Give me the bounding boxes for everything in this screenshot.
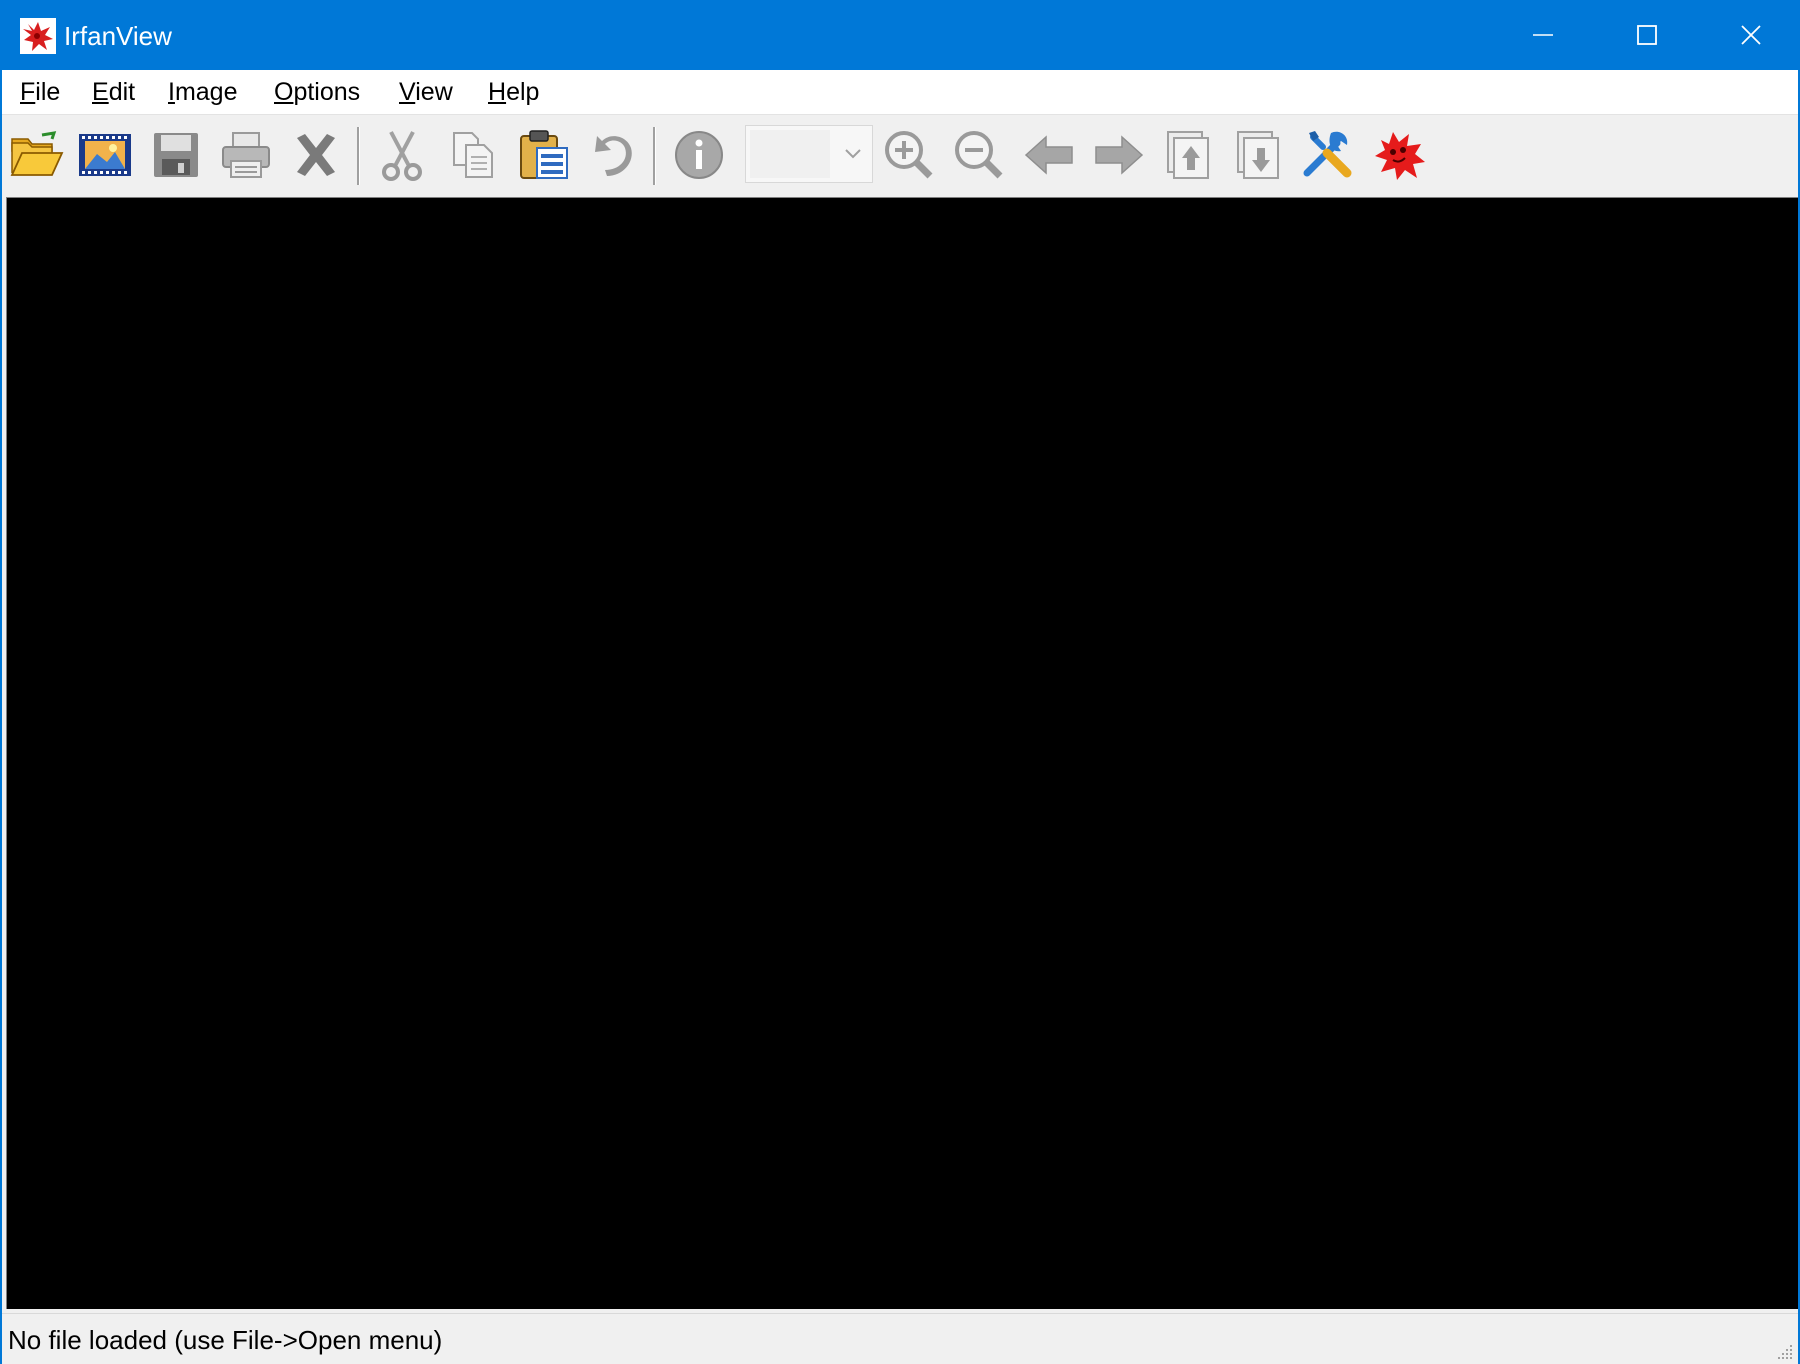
- zoom-out-icon: [955, 131, 1003, 179]
- image-canvas[interactable]: [6, 197, 1798, 1309]
- menu-edit-label: dit: [108, 78, 136, 106]
- menu-help-label: elp: [506, 78, 540, 106]
- menu-file-mnemonic: F: [20, 78, 36, 106]
- menu-edit[interactable]: Edit: [90, 70, 137, 114]
- copy-button[interactable]: [443, 125, 503, 185]
- zoom-out-button[interactable]: [949, 125, 1009, 185]
- undo-button[interactable]: [584, 125, 644, 185]
- slideshow-button[interactable]: [75, 125, 135, 185]
- info-button[interactable]: [669, 125, 729, 185]
- clipboard-paste-icon: [520, 130, 568, 179]
- last-file-button[interactable]: [1229, 125, 1289, 185]
- info-circle-icon: [675, 131, 723, 179]
- filmstrip-icon: [79, 134, 131, 176]
- status-text: No file loaded (use File->Open menu): [8, 1325, 443, 1355]
- maximize-icon: [1637, 25, 1657, 45]
- delete-button[interactable]: [286, 125, 346, 185]
- paste-button[interactable]: [514, 125, 574, 185]
- irfanview-window: IrfanView File Edit Image Options View H…: [0, 0, 1800, 1364]
- minimize-icon: [1533, 34, 1553, 36]
- menu-edit-mnemonic: E: [92, 78, 109, 106]
- menu-options[interactable]: Options: [272, 70, 362, 114]
- minimize-button[interactable]: [1491, 0, 1595, 70]
- zoom-combo[interactable]: [745, 125, 873, 183]
- chevron-down-icon: [845, 149, 861, 159]
- menu-file[interactable]: File: [18, 70, 62, 114]
- zoom-value: [750, 130, 830, 178]
- irfanview-logo-icon: [20, 18, 56, 54]
- tools-icon: [1303, 131, 1352, 178]
- menu-options-mnemonic: O: [274, 78, 294, 106]
- zoom-in-icon: [885, 131, 933, 179]
- copy-icon: [453, 132, 493, 178]
- toolbar-separator: [357, 127, 360, 185]
- menu-file-label: ile: [35, 78, 61, 106]
- first-file-button[interactable]: [1159, 125, 1219, 185]
- arrow-right-icon: [1095, 135, 1144, 175]
- about-button[interactable]: [1369, 125, 1429, 185]
- menu-help-mnemonic: H: [488, 78, 507, 106]
- undo-arrow-icon: [595, 136, 632, 176]
- menu-view-label: iew: [415, 78, 453, 106]
- scissors-icon: [382, 131, 422, 181]
- properties-button[interactable]: [1299, 125, 1359, 185]
- resize-grip-icon[interactable]: [1776, 1343, 1794, 1361]
- toolbar: [2, 115, 1798, 195]
- zoom-dropdown-arrow[interactable]: [838, 138, 868, 170]
- menu-view-mnemonic: V: [399, 78, 416, 106]
- page-down-icon: [1237, 131, 1279, 179]
- arrow-left-icon: [1024, 135, 1073, 175]
- menu-bar: File Edit Image Options View Help: [2, 70, 1798, 115]
- open-button[interactable]: [6, 125, 66, 185]
- toolbar-separator: [653, 127, 656, 185]
- close-icon: [1741, 25, 1761, 45]
- delete-x-icon: [297, 134, 335, 176]
- page-up-icon: [1167, 131, 1209, 179]
- menu-help[interactable]: Help: [486, 70, 541, 114]
- title-bar[interactable]: IrfanView: [2, 0, 1798, 70]
- menu-image-mnemonic: I: [168, 78, 175, 106]
- menu-options-label: ptions: [293, 78, 361, 106]
- save-button[interactable]: [146, 125, 206, 185]
- close-button[interactable]: [1699, 0, 1798, 70]
- menu-view[interactable]: View: [397, 70, 455, 114]
- menu-image[interactable]: Image: [166, 70, 240, 114]
- window-title: IrfanView: [64, 21, 172, 51]
- irfanview-logo-icon: [1375, 132, 1425, 180]
- next-button[interactable]: [1089, 125, 1149, 185]
- floppy-disk-icon: [154, 133, 198, 177]
- folder-open-icon: [10, 131, 64, 176]
- previous-button[interactable]: [1019, 125, 1079, 185]
- maximize-button[interactable]: [1595, 0, 1699, 70]
- status-bar: No file loaded (use File->Open menu): [2, 1313, 1798, 1364]
- menu-image-label: mage: [174, 78, 238, 106]
- cut-button[interactable]: [372, 125, 432, 185]
- zoom-in-button[interactable]: [879, 125, 939, 185]
- printer-icon: [222, 132, 270, 178]
- print-button[interactable]: [216, 125, 276, 185]
